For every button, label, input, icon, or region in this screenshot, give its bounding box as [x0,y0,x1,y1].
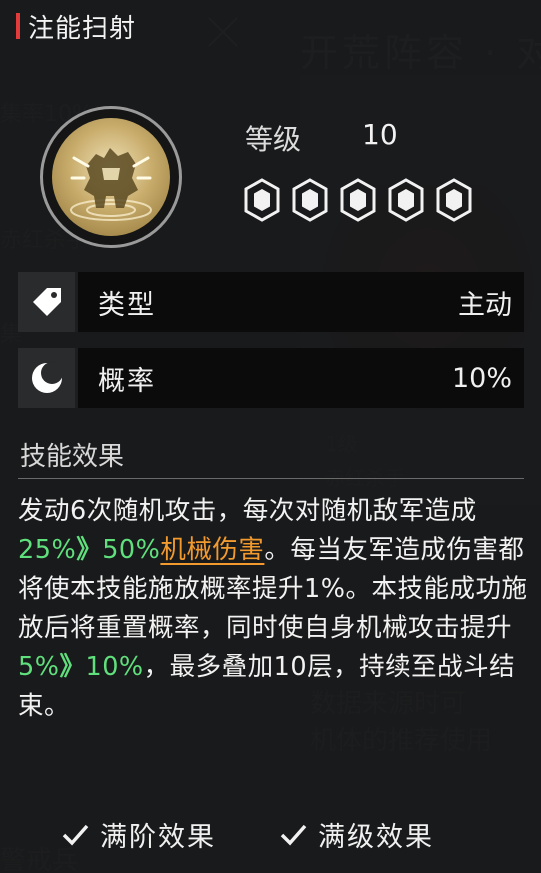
max-level-effect-checkbox[interactable]: 满级效果 [278,815,434,854]
base-value: 25% [18,535,77,565]
title-bar: 注能扫射 [0,0,300,52]
tag-icon [18,272,78,332]
effect-toggles: 满阶效果 满级效果 [60,815,530,854]
checkmark-icon [280,824,307,846]
stat-row-type: 类型 主动 [18,272,524,332]
stat-label: 类型 [98,289,156,321]
star-rating [243,178,473,222]
hexagon-star-icon [292,178,328,222]
effect-description: 发动6次随机攻击，每次对随机敌军造成25%》50%机械伤害。每当友军造成伤害都将… [18,496,528,721]
upgrade-arrow-icon: 》 [76,535,103,565]
skill-detail-popup: 注能扫射 等级 10 类型 主动 概率 10% 技能效果 发动6次随机攻击，每次… [0,0,541,873]
checkbox-label: 满阶效果 [100,822,216,853]
max-value: 50% [102,535,161,565]
title-accent-mark [16,13,20,39]
hexagon-star-icon [340,178,376,222]
skill-title: 注能扫射 [28,13,137,44]
max-rank-effect-checkbox[interactable]: 满阶效果 [60,815,216,854]
stat-value: 主动 [458,289,512,321]
hexagon-star-icon [436,178,472,222]
mech-robot-icon [52,118,170,236]
level-value: 10 [362,118,398,151]
level-label: 等级 [245,123,302,156]
damage-type-link[interactable]: 机械伤害 [160,535,264,565]
base-value: 5% [18,652,60,682]
checkmark-icon [62,824,89,846]
max-value: 10% [85,652,144,682]
hexagon-star-icon [388,178,424,222]
stat-row-probability: 概率 10% [18,348,524,408]
effect-heading: 技能效果 [20,442,125,472]
stat-label: 概率 [98,365,156,397]
upgrade-arrow-icon: 》 [59,652,86,682]
crescent-moon-icon [18,348,78,408]
divider [18,478,524,479]
skill-icon [40,106,182,248]
stat-value: 10% [451,362,512,394]
hexagon-star-icon [244,178,280,222]
checkbox-label: 满级效果 [318,822,434,853]
